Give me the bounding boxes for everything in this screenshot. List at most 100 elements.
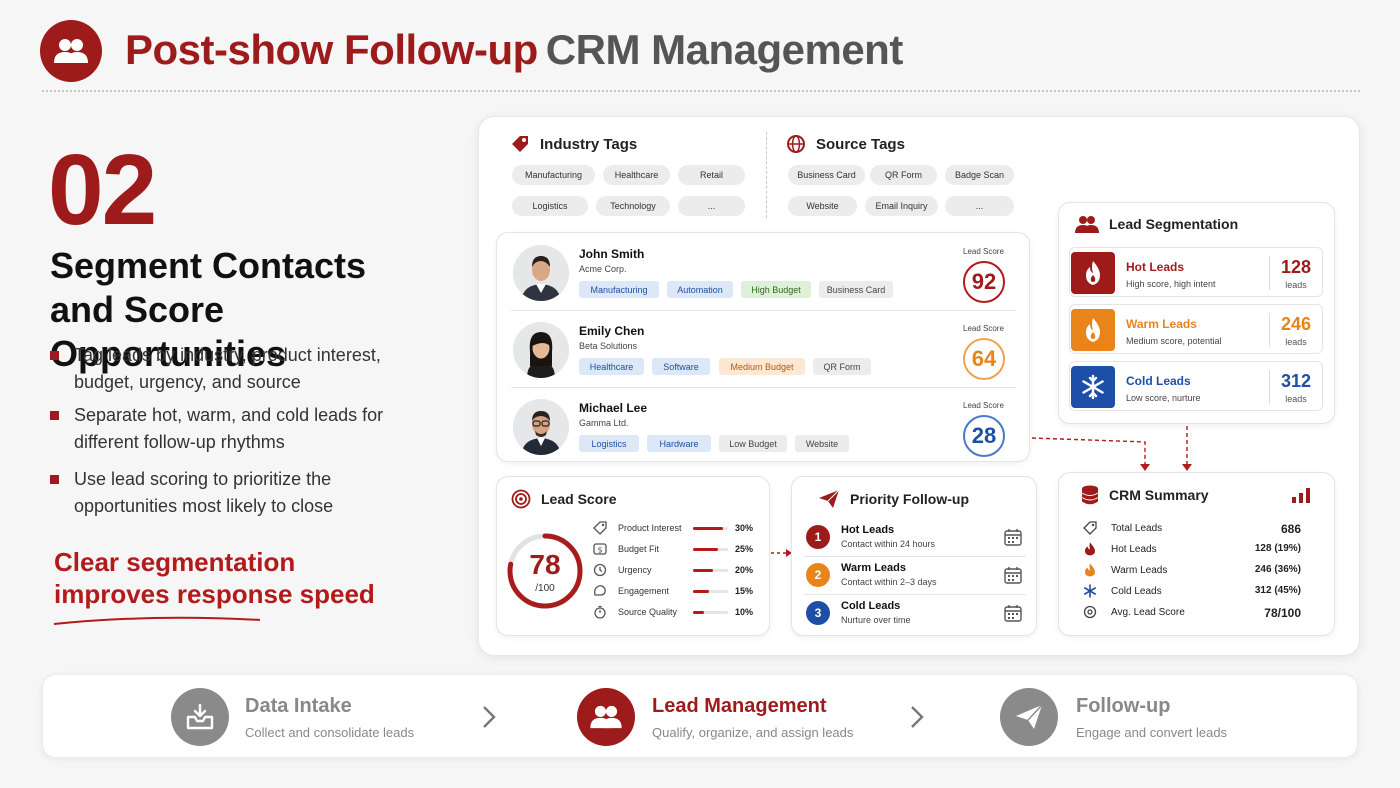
lead-tag: QR Form: [813, 358, 871, 375]
step-title-follow-up: Follow-up: [1076, 695, 1171, 717]
industry-chip-logistics[interactable]: Logistics: [512, 196, 588, 216]
lead-tag: Logistics: [579, 435, 639, 452]
lead-tag: High Budget: [741, 281, 811, 298]
segment-unit: leads: [1285, 394, 1307, 404]
crm-summary-header: CRM Summary: [1081, 485, 1209, 505]
step-desc-data-intake: Collect and consolidate leads: [245, 725, 415, 740]
segmentation-title: Lead Segmentation: [1109, 216, 1239, 232]
summary-label: Total Leads: [1111, 523, 1163, 534]
lead-score-max: /100: [535, 583, 555, 594]
lead-list: John Smith Acme Corp. Manufacturing Auto…: [496, 232, 1030, 462]
chat-icon: [594, 585, 606, 596]
lead-segmentation-card: Lead Segmentation Hot Leads High score, …: [1058, 202, 1335, 424]
calendar-icon[interactable]: [1003, 565, 1023, 585]
segment-row-hot[interactable]: Hot Leads High score, high intent 128 le…: [1069, 247, 1323, 297]
tag-icon: [593, 521, 607, 535]
lead-score-label: Lead Score: [963, 324, 1004, 333]
industry-chip-more[interactable]: ...: [678, 196, 745, 216]
factor-bar: [693, 611, 728, 614]
lead-row[interactable]: Emily Chen Beta Solutions Healthcare Sof…: [511, 312, 1016, 388]
summary-row: Warm Leads 246 (36%): [1079, 563, 1301, 579]
source-chip-qr-form[interactable]: QR Form: [870, 165, 937, 185]
score-factor: Product Interest 30%: [593, 521, 761, 537]
lead-row[interactable]: John Smith Acme Corp. Manufacturing Auto…: [511, 235, 1016, 311]
lead-tag: Business Card: [819, 281, 893, 298]
industry-chip-technology[interactable]: Technology: [596, 196, 670, 216]
factor-label: Source Quality: [618, 607, 678, 617]
step-desc-follow-up: Engage and convert leads: [1076, 725, 1228, 740]
bar-chart-icon[interactable]: [1291, 487, 1311, 503]
segmentation-header: Lead Segmentation: [1075, 215, 1238, 233]
factor-percent: 20%: [735, 565, 754, 575]
segment-row-warm[interactable]: Warm Leads Medium score, potential 246 l…: [1069, 304, 1323, 354]
priority-number: 2: [806, 563, 830, 587]
lead-score-header: Lead Score: [511, 489, 616, 509]
chevron-right-icon: [911, 706, 924, 728]
calendar-icon[interactable]: [1003, 603, 1023, 623]
lead-tag: Hardware: [647, 435, 711, 452]
lead-company: Beta Solutions: [579, 341, 638, 351]
lead-tag: Software: [652, 358, 710, 375]
connector-arrows: [1031, 426, 1192, 471]
industry-chip-retail[interactable]: Retail: [678, 165, 745, 185]
segment-name: Warm Leads: [1126, 317, 1197, 331]
priority-header: Priority Follow-up: [818, 489, 969, 509]
factor-label: Engagement: [618, 586, 670, 596]
priority-row[interactable]: 3 Cold Leads Nurture over time: [804, 597, 1026, 633]
industry-chip-manufacturing[interactable]: Manufacturing: [512, 165, 595, 185]
summary-value: 246 (36%): [1254, 564, 1301, 575]
calendar-icon[interactable]: [1003, 527, 1023, 547]
lead-company: Acme Corp.: [579, 264, 627, 274]
snowflake-icon: [1083, 584, 1096, 598]
crm-summary-title: CRM Summary: [1109, 487, 1209, 503]
tag-icon: [512, 136, 528, 152]
priority-follow-up-card: Priority Follow-up 1 Hot Leads Contact w…: [791, 476, 1037, 636]
stopwatch-icon: [594, 605, 606, 619]
priority-desc: Contact within 2–3 days: [841, 577, 937, 587]
dollar-icon: $: [593, 543, 607, 555]
industry-chip-healthcare[interactable]: Healthcare: [603, 165, 670, 185]
source-chip-business-card[interactable]: Business Card: [788, 165, 865, 185]
lead-name: Michael Lee: [579, 401, 648, 415]
source-chip-badge-scan[interactable]: Badge Scan: [945, 165, 1014, 185]
lead-score-value: 92: [963, 261, 1005, 303]
priority-number: 1: [806, 525, 830, 549]
lead-tag: Automation: [667, 281, 733, 298]
flame-icon: [1085, 563, 1095, 577]
target-icon: [511, 489, 531, 509]
priority-row[interactable]: 1 Hot Leads Contact within 24 hours: [804, 521, 1026, 557]
fire-icon: [1071, 252, 1115, 294]
tags-divider: [766, 132, 767, 218]
clock-icon: [593, 563, 607, 577]
source-chip-more[interactable]: ...: [945, 196, 1014, 216]
snowflake-icon: [1071, 366, 1115, 408]
summary-row: Avg. Lead Score 78/100: [1079, 605, 1301, 621]
gauge-icon: [1083, 605, 1097, 619]
factor-label: Budget Fit: [618, 544, 660, 554]
paper-plane-icon[interactable]: [1000, 688, 1058, 746]
inbox-icon[interactable]: [171, 688, 229, 746]
lead-row[interactable]: Michael Lee Gamma Ltd. Logistics Hardwar…: [511, 389, 1016, 465]
step-desc-lead-management: Qualify, organize, and assign leads: [652, 725, 854, 740]
industry-tags-header: Industry Tags: [510, 134, 637, 154]
users-icon[interactable]: [577, 688, 635, 746]
page-title-main: Post-show Follow-up: [125, 26, 538, 73]
priority-name: Cold Leads: [841, 600, 901, 612]
segment-count: 312: [1280, 371, 1312, 391]
segment-desc: Medium score, potential: [1126, 336, 1222, 346]
source-chip-email-inquiry[interactable]: Email Inquiry: [865, 196, 938, 216]
priority-desc: Nurture over time: [841, 615, 911, 625]
priority-row[interactable]: 2 Warm Leads Contact within 2–3 days: [804, 559, 1026, 595]
segment-desc: Low score, nurture: [1126, 393, 1201, 403]
lead-score-title: Lead Score: [541, 491, 617, 507]
source-chip-website[interactable]: Website: [788, 196, 857, 216]
factor-bar: [693, 548, 728, 551]
summary-row: Cold Leads 312 (45%): [1079, 584, 1301, 600]
tag-icon: [1083, 521, 1097, 535]
page-subtitle: CRM Management: [545, 26, 904, 73]
header-divider: [42, 90, 1360, 92]
factor-bar: [693, 590, 728, 593]
lead-score-card: Lead Score 78 /100 Product Interest 30% …: [496, 476, 770, 636]
factor-percent: 30%: [735, 523, 754, 533]
segment-row-cold[interactable]: Cold Leads Low score, nurture 312 leads: [1069, 361, 1323, 411]
